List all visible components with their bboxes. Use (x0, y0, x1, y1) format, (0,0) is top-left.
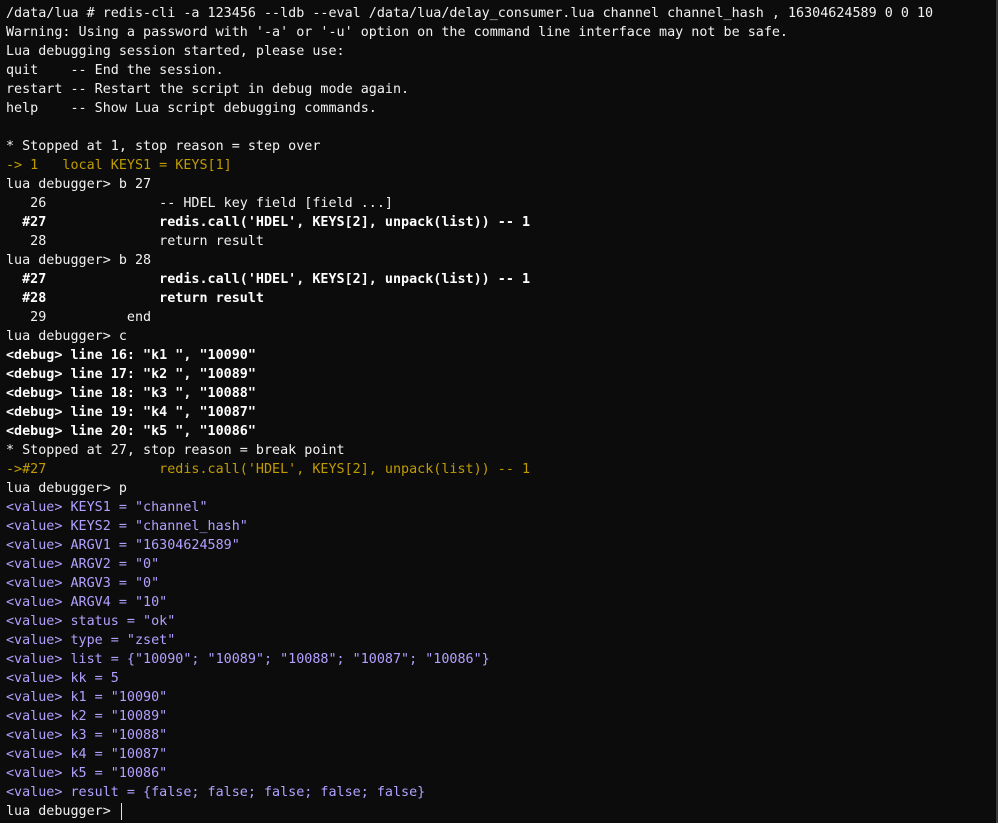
terminal-line: <value> result = {false; false; false; f… (6, 785, 426, 800)
terminal-line: * Stopped at 27, stop reason = break poi… (6, 443, 345, 458)
terminal-line: /data/lua # redis-cli -a 123456 --ldb --… (6, 6, 934, 21)
terminal-line: 29 end (6, 310, 152, 325)
terminal-line: lua debugger> b 27 (6, 177, 152, 192)
terminal-line: #27 redis.call('HDEL', KEYS[2], unpack(l… (6, 215, 531, 230)
terminal-line: <value> k3 = "10088" (6, 728, 168, 743)
terminal-output: /data/lua # redis-cli -a 123456 --ldb --… (6, 4, 993, 821)
terminal-line: <value> k4 = "10087" (6, 747, 168, 762)
scrollbar[interactable] (996, 0, 997, 823)
terminal-line: <value> KEYS2 = "channel_hash" (6, 519, 248, 534)
terminal-line: <value> list = {"10090"; "10089"; "10088… (6, 652, 490, 667)
terminal-line: 28 return result (6, 234, 264, 249)
terminal-line: <value> ARGV3 = "0" (6, 576, 160, 591)
terminal-line: <value> type = "zset" (6, 633, 176, 648)
terminal-line: <value> ARGV2 = "0" (6, 557, 160, 572)
terminal-line: restart -- Restart the script in debug m… (6, 82, 410, 97)
terminal-window[interactable]: /data/lua # redis-cli -a 123456 --ldb --… (0, 0, 998, 823)
terminal-line: -> 1 local KEYS1 = KEYS[1] (6, 158, 232, 173)
terminal-line: <value> ARGV4 = "10" (6, 595, 168, 610)
terminal-line: <debug> line 16: "k1 ", "10090" (6, 348, 256, 363)
terminal-line: lua debugger> c (6, 329, 127, 344)
terminal-line: * Stopped at 1, stop reason = step over (6, 139, 321, 154)
prompt-line[interactable]: lua debugger> (6, 802, 993, 821)
terminal-line: #27 redis.call('HDEL', KEYS[2], unpack(l… (6, 272, 531, 287)
terminal-line: <value> ARGV1 = "16304624589" (6, 538, 240, 553)
terminal-line: Warning: Using a password with '-a' or '… (6, 25, 788, 40)
terminal-line: lua debugger> p (6, 481, 127, 496)
terminal-line: <value> k5 = "10086" (6, 766, 168, 781)
terminal-line: <value> k2 = "10089" (6, 709, 168, 724)
terminal-line: 26 -- HDEL key field [field ...] (6, 196, 393, 211)
terminal-line: <value> k1 = "10090" (6, 690, 168, 705)
terminal-line: <value> status = "ok" (6, 614, 176, 629)
terminal-line: ->#27 redis.call('HDEL', KEYS[2], unpack… (6, 462, 531, 477)
terminal-line: quit -- End the session. (6, 63, 224, 78)
terminal-line: <debug> line 17: "k2 ", "10089" (6, 367, 256, 382)
terminal-line: <debug> line 20: "k5 ", "10086" (6, 424, 256, 439)
terminal-line: <value> KEYS1 = "channel" (6, 500, 208, 515)
terminal-line: <value> kk = 5 (6, 671, 119, 686)
debugger-prompt: lua debugger> (6, 804, 119, 819)
terminal-line: <debug> line 19: "k4 ", "10087" (6, 405, 256, 420)
terminal-line: help -- Show Lua script debugging comman… (6, 101, 377, 116)
text-cursor (120, 802, 122, 820)
terminal-line: lua debugger> b 28 (6, 253, 152, 268)
terminal-line: <debug> line 18: "k3 ", "10088" (6, 386, 256, 401)
terminal-line: Lua debugging session started, please us… (6, 44, 345, 59)
terminal-line: #28 return result (6, 291, 264, 306)
